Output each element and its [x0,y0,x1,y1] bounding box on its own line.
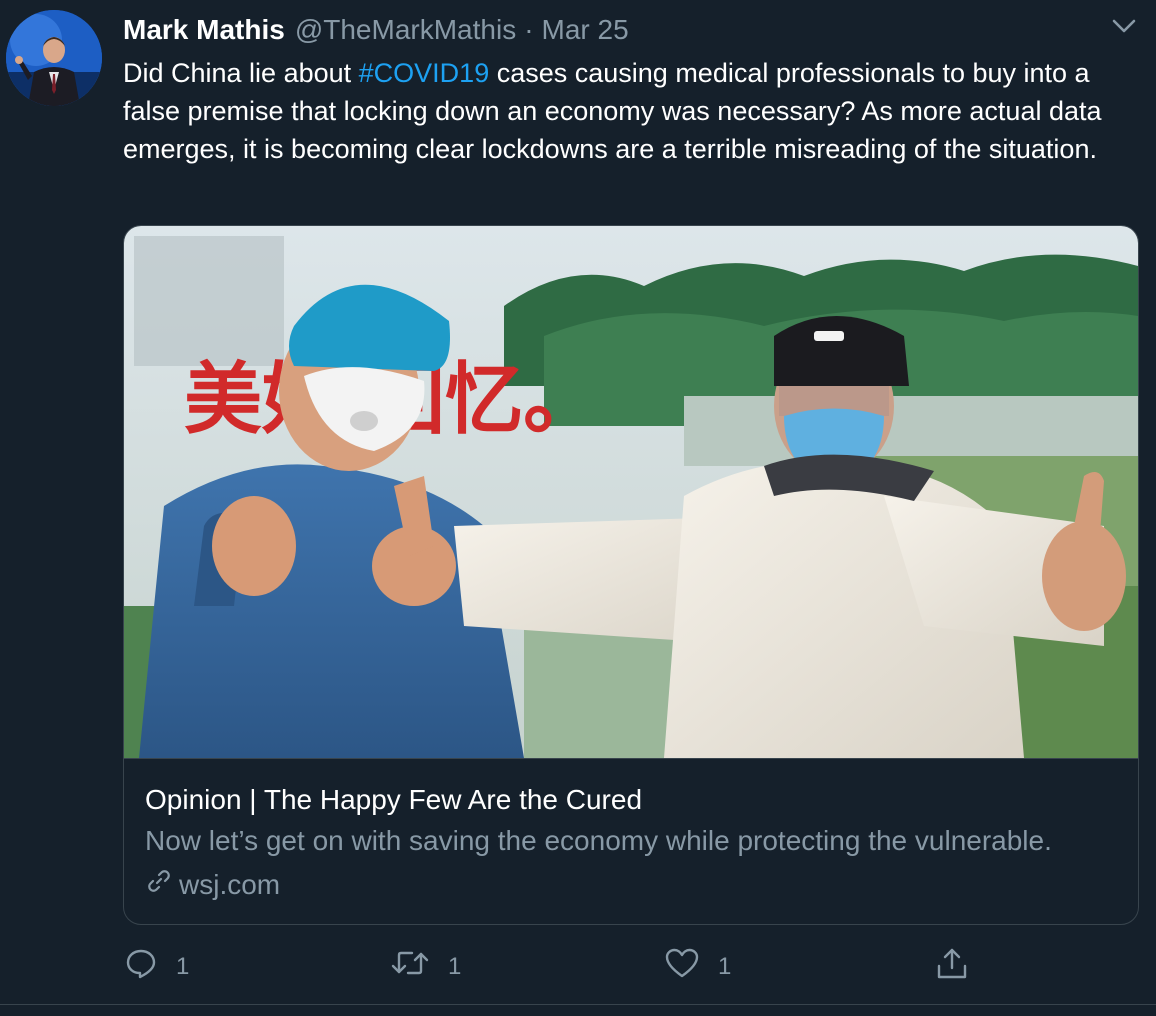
like-icon [664,946,700,987]
avatar[interactable] [6,10,102,106]
separator-dot: · [524,14,534,45]
reply-icon [124,946,158,987]
hashtag-link[interactable]: #COVID19 [359,58,490,88]
reply-count: 1 [176,952,190,980]
retweet-icon [390,946,430,987]
card-domain-label: wsj.com [179,868,281,900]
retweet-button[interactable]: 1 [390,946,461,987]
tweet-text: Did China lie about #COVID19 cases causi… [123,54,1148,168]
tweet-text-start: Did China lie about [123,58,359,88]
card-domain[interactable]: wsj.com [145,867,280,902]
card-title[interactable]: Opinion | The Happy Few Are the Cured [145,784,642,816]
author-handle[interactable]: @TheMarkMathis [295,14,516,46]
tweet-header: Mark Mathis @TheMarkMathis · Mar 25 [123,12,629,48]
tweet-actions: 1 1 1 [0,946,1156,986]
link-card[interactable]: 美好 回忆。 Opinion | The Happy Few Are the C… [123,225,1139,925]
reply-button[interactable]: 1 [124,946,189,987]
link-icon [145,867,179,902]
like-button[interactable]: 1 [664,946,731,987]
tweet-divider [0,1004,1156,1005]
tweet-date[interactable]: Mar 25 [542,14,629,46]
share-icon [934,946,970,989]
caret-down-icon[interactable] [1108,12,1140,40]
author-name[interactable]: Mark Mathis [123,14,285,46]
like-count: 1 [718,952,732,980]
retweet-count: 1 [448,952,462,980]
tweet[interactable]: Mark Mathis @TheMarkMathis · Mar 25 Did … [0,0,1156,1005]
card-description: Now let’s get on with saving the economy… [145,825,1052,856]
share-button[interactable] [934,946,970,989]
card-image[interactable]: 美好 回忆。 [124,226,1138,759]
